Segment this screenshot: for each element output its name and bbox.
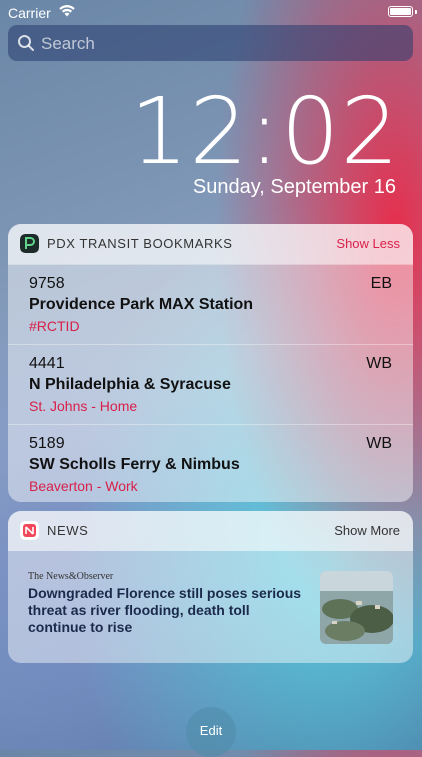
news-app-icon: [20, 521, 39, 540]
bookmark-row[interactable]: 9758 EB Providence Park MAX Station #RCT…: [8, 264, 413, 344]
news-widget-title: NEWS: [47, 523, 89, 538]
stop-direction: WB: [366, 435, 392, 452]
lock-time: 12:02: [129, 78, 400, 185]
stop-id: 9758: [29, 275, 65, 292]
news-headline: Downgraded Florence still poses serious …: [28, 585, 302, 635]
battery-fill: [390, 8, 411, 15]
battery-icon: [388, 6, 413, 17]
battery-cap: [415, 10, 417, 14]
bookmark-row[interactable]: 5189 WB SW Scholls Ferry & Nimbus Beaver…: [8, 424, 413, 502]
status-bar: Carrier: [0, 0, 422, 24]
search-icon: [18, 35, 34, 51]
transit-widget-title: PDX TRANSIT BOOKMARKS: [47, 236, 233, 251]
news-thumbnail: [320, 571, 393, 644]
pdx-transit-app-icon: [20, 234, 39, 253]
news-story[interactable]: The News&Observer Downgraded Florence st…: [8, 551, 413, 663]
stop-name: Providence Park MAX Station: [29, 296, 254, 313]
show-more-button[interactable]: Show More: [334, 523, 400, 538]
stop-tag: #RCTID: [29, 318, 80, 334]
stop-tag: St. Johns - Home: [29, 398, 138, 414]
bookmark-row[interactable]: 4441 WB N Philadelphia & Syracuse St. Jo…: [8, 344, 413, 424]
news-publisher: The News&Observer: [28, 571, 114, 582]
transit-widget: PDX TRANSIT BOOKMARKS Show Less 9758 EB …: [8, 224, 413, 502]
wifi-icon: [59, 5, 75, 17]
stop-direction: EB: [370, 275, 392, 292]
carrier-label: Carrier: [8, 5, 51, 21]
stop-id: 4441: [29, 355, 65, 372]
news-widget-header: NEWS Show More: [8, 511, 413, 551]
stop-name: N Philadelphia & Syracuse: [29, 376, 231, 393]
stop-name: SW Scholls Ferry & Nimbus: [29, 456, 240, 473]
stop-id: 5189: [29, 435, 65, 452]
lock-date: Sunday, September 16: [192, 176, 396, 198]
news-widget: NEWS Show More The News&Observer Downgra…: [8, 511, 413, 663]
transit-widget-header: PDX TRANSIT BOOKMARKS Show Less: [8, 224, 413, 264]
show-less-button[interactable]: Show Less: [336, 236, 400, 251]
search-bar[interactable]: [8, 25, 413, 63]
stop-tag: Beaverton - Work: [29, 478, 138, 494]
search-input[interactable]: [39, 25, 403, 63]
stop-direction: WB: [366, 355, 392, 372]
